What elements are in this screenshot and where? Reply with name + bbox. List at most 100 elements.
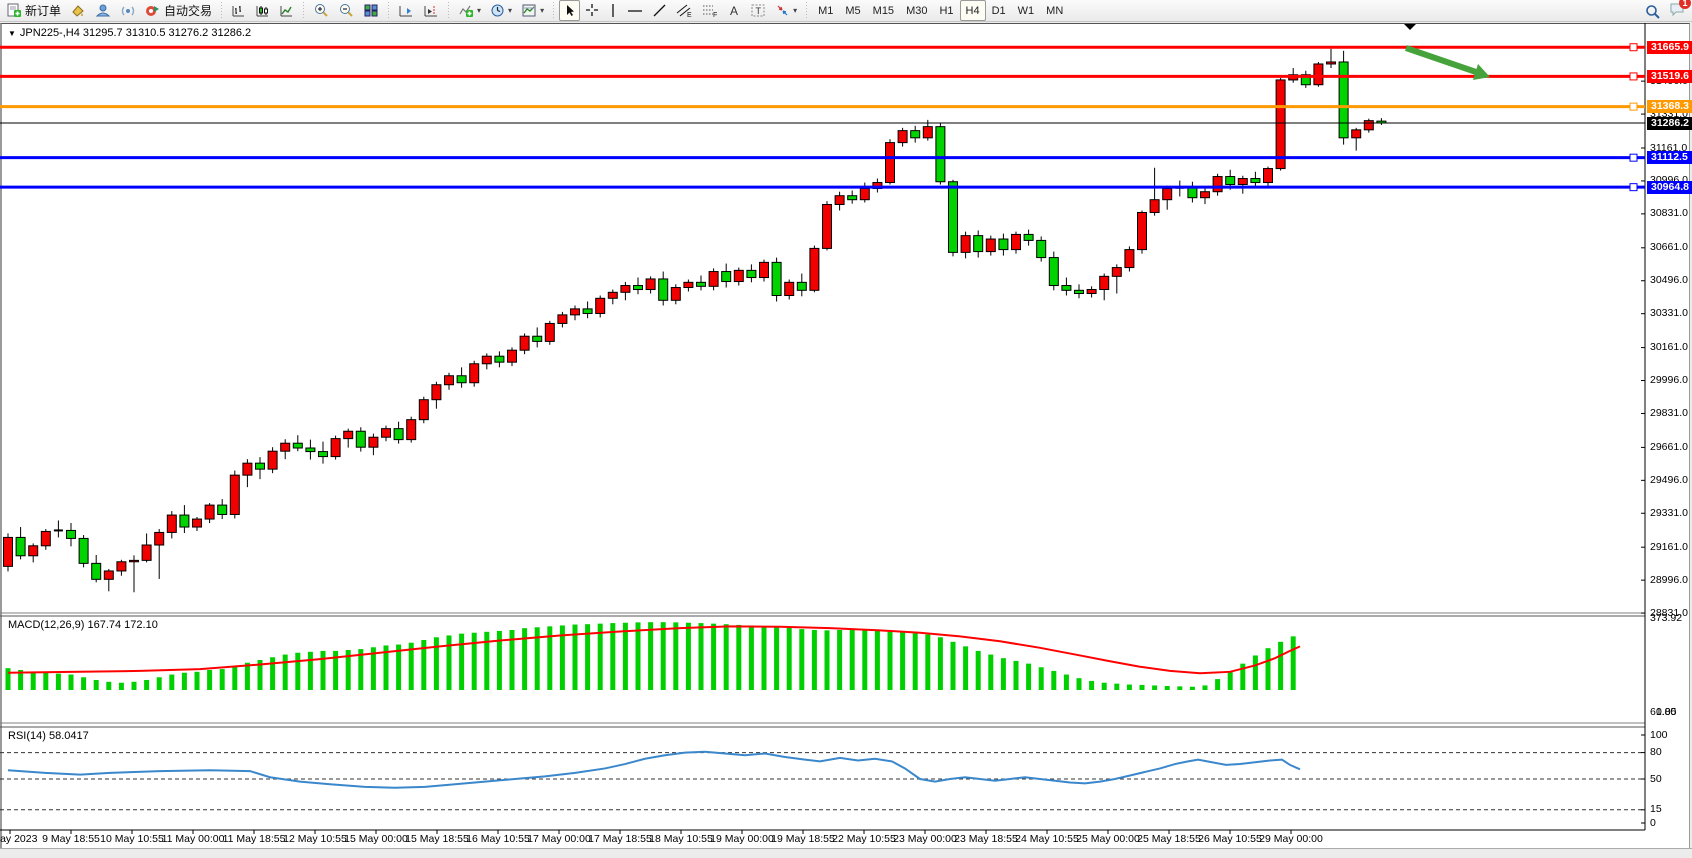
new-order-icon bbox=[6, 3, 22, 18]
trendline-tool-button[interactable] bbox=[648, 0, 671, 21]
macd-min-label: 0.05 bbox=[1656, 706, 1676, 718]
text-a-icon: A bbox=[728, 3, 741, 18]
x-axis-date-label: 11 May 00:00 bbox=[162, 833, 225, 845]
timeframe-button-m1[interactable]: M1 bbox=[812, 0, 839, 21]
cursor-tool-button[interactable] bbox=[559, 0, 580, 21]
trendline-icon bbox=[652, 3, 667, 18]
text-label-tool-button[interactable]: T bbox=[746, 0, 770, 21]
rsi-axis-tick-label: 50 bbox=[1650, 773, 1662, 785]
rsi-axis-tick-label: 80 bbox=[1650, 746, 1662, 758]
zoom-out-icon bbox=[338, 3, 354, 18]
x-axis-date-label: 15 May 00:00 bbox=[344, 833, 408, 845]
tile-windows-icon bbox=[363, 3, 379, 18]
chart-shift-button[interactable] bbox=[419, 0, 443, 21]
zoom-out-button[interactable] bbox=[334, 0, 358, 21]
auto-trading-button[interactable]: 自动交易 bbox=[141, 0, 216, 21]
toolbar-right: 1 bbox=[1645, 1, 1686, 22]
svg-text:A: A bbox=[730, 4, 738, 18]
y-axis-tick-label: 30331.0 bbox=[1650, 307, 1688, 319]
fibonacci-icon: F bbox=[702, 3, 719, 18]
x-axis-date-label: 22 May 10:55 bbox=[832, 833, 896, 845]
horizontal-line-tool-button[interactable] bbox=[623, 0, 647, 21]
candle-chart-icon bbox=[255, 3, 270, 18]
chart-title: JPN225-,H4 31295.7 31310.5 31276.2 31286… bbox=[20, 27, 251, 39]
text-tool-button[interactable]: A bbox=[724, 0, 745, 21]
y-axis-tick-label: 30161.0 bbox=[1650, 341, 1688, 353]
vertical-line-icon bbox=[608, 3, 618, 18]
tile-windows-button[interactable] bbox=[359, 0, 383, 21]
periods-button[interactable]: ▾ bbox=[486, 0, 516, 21]
new-order-label: 新订单 bbox=[25, 2, 61, 19]
auto-trading-icon bbox=[145, 3, 161, 18]
crosshair-tool-button[interactable] bbox=[581, 0, 603, 21]
bar-chart-button[interactable] bbox=[227, 0, 250, 21]
svg-text:E: E bbox=[687, 12, 692, 18]
dropdown-caret: ▾ bbox=[793, 6, 797, 15]
zoom-in-button[interactable] bbox=[309, 0, 333, 21]
paint-bucket-icon bbox=[70, 3, 86, 18]
price-level-badge: 31665.9 bbox=[1647, 41, 1692, 54]
toolbar-separator bbox=[301, 2, 306, 20]
fibonacci-tool-button[interactable]: F bbox=[698, 0, 723, 21]
y-axis-tick-label: 30661.0 bbox=[1650, 241, 1688, 253]
x-axis-date-label: 25 May 00:00 bbox=[1076, 833, 1140, 845]
y-axis-tick-label: 30496.0 bbox=[1650, 274, 1688, 286]
timeframe-button-h4[interactable]: H4 bbox=[960, 0, 986, 21]
mt4-app: { "toolbar": { "new_order_label": "新订单",… bbox=[0, 0, 1692, 857]
new-order-button[interactable]: 新订单 bbox=[2, 0, 65, 21]
template-icon bbox=[521, 3, 537, 18]
indicators-button[interactable]: ▾ bbox=[454, 0, 485, 21]
crosshair-icon bbox=[585, 3, 599, 18]
chart-title-row: ▼ JPN225-,H4 31295.7 31310.5 31276.2 312… bbox=[8, 27, 251, 39]
add-indicator-icon bbox=[458, 3, 474, 18]
horizontal-line-icon bbox=[627, 3, 643, 18]
timeframe-button-d1[interactable]: D1 bbox=[986, 0, 1012, 21]
x-axis-date-label: 23 May 00:00 bbox=[893, 833, 957, 845]
x-axis-date-label: 16 May 10:55 bbox=[466, 833, 530, 845]
timeframe-button-w1[interactable]: W1 bbox=[1012, 0, 1041, 21]
styler-button[interactable] bbox=[66, 0, 90, 21]
y-axis-tick-label: 29996.0 bbox=[1650, 374, 1688, 386]
toolbar-separator bbox=[386, 2, 391, 20]
rsi-axis-tick-label: 100 bbox=[1650, 729, 1668, 741]
svg-text:F: F bbox=[713, 12, 717, 18]
toolbar-separator bbox=[219, 2, 224, 20]
x-axis-date-label: 26 May 10:55 bbox=[1198, 833, 1262, 845]
notifications-button[interactable]: 1 bbox=[1669, 1, 1686, 22]
vertical-line-tool-button[interactable] bbox=[604, 0, 622, 21]
x-axis-date-label: 24 May 10:55 bbox=[1015, 833, 1079, 845]
profile-button[interactable] bbox=[91, 0, 115, 21]
signal-button[interactable] bbox=[116, 0, 140, 21]
y-axis-tick-label: 29496.0 bbox=[1650, 474, 1688, 486]
x-axis-date-label: 12 May 10:55 bbox=[283, 833, 347, 845]
rsi-axis-tick-label: 0 bbox=[1650, 817, 1656, 829]
chart-shift-icon bbox=[423, 3, 439, 18]
dropdown-caret: ▾ bbox=[540, 6, 544, 15]
price-level-badge: 31112.5 bbox=[1647, 151, 1692, 164]
channel-icon: E bbox=[676, 3, 693, 18]
chart-window[interactable]: ▼ JPN225-,H4 31295.7 31310.5 31276.2 312… bbox=[0, 23, 1690, 848]
svg-text:T: T bbox=[756, 6, 762, 16]
x-axis-date-label: 9 May 2023 bbox=[0, 833, 37, 845]
x-axis-date-label: 15 May 18:55 bbox=[405, 833, 469, 845]
timeframe-button-mn[interactable]: MN bbox=[1040, 0, 1069, 21]
candle-chart-button[interactable] bbox=[251, 0, 274, 21]
y-axis-tick-label: 28996.0 bbox=[1650, 574, 1688, 586]
timeframe-button-m5[interactable]: M5 bbox=[839, 0, 866, 21]
timeframe-button-h1[interactable]: H1 bbox=[933, 0, 959, 21]
toolbar-separator bbox=[551, 2, 556, 20]
toolbar: 新订单 自动交易 ▾ ▾ bbox=[0, 0, 1692, 22]
timeframe-button-m15[interactable]: M15 bbox=[867, 0, 900, 21]
price-level-badge: 31519.6 bbox=[1647, 70, 1692, 83]
line-chart-button[interactable] bbox=[275, 0, 298, 21]
auto-scroll-button[interactable] bbox=[394, 0, 418, 21]
price-level-badge: 31286.2 bbox=[1647, 117, 1692, 130]
search-icon[interactable] bbox=[1645, 4, 1661, 20]
arrows-tool-button[interactable]: ▾ bbox=[771, 0, 801, 21]
templates-button[interactable]: ▾ bbox=[517, 0, 548, 21]
timeframe-button-m30[interactable]: M30 bbox=[900, 0, 933, 21]
symbol-dropdown-icon[interactable]: ▼ bbox=[8, 29, 16, 38]
profile-icon bbox=[95, 3, 111, 18]
equidistant-channel-tool-button[interactable]: E bbox=[672, 0, 697, 21]
y-axis-tick-label: 29831.0 bbox=[1650, 407, 1688, 419]
